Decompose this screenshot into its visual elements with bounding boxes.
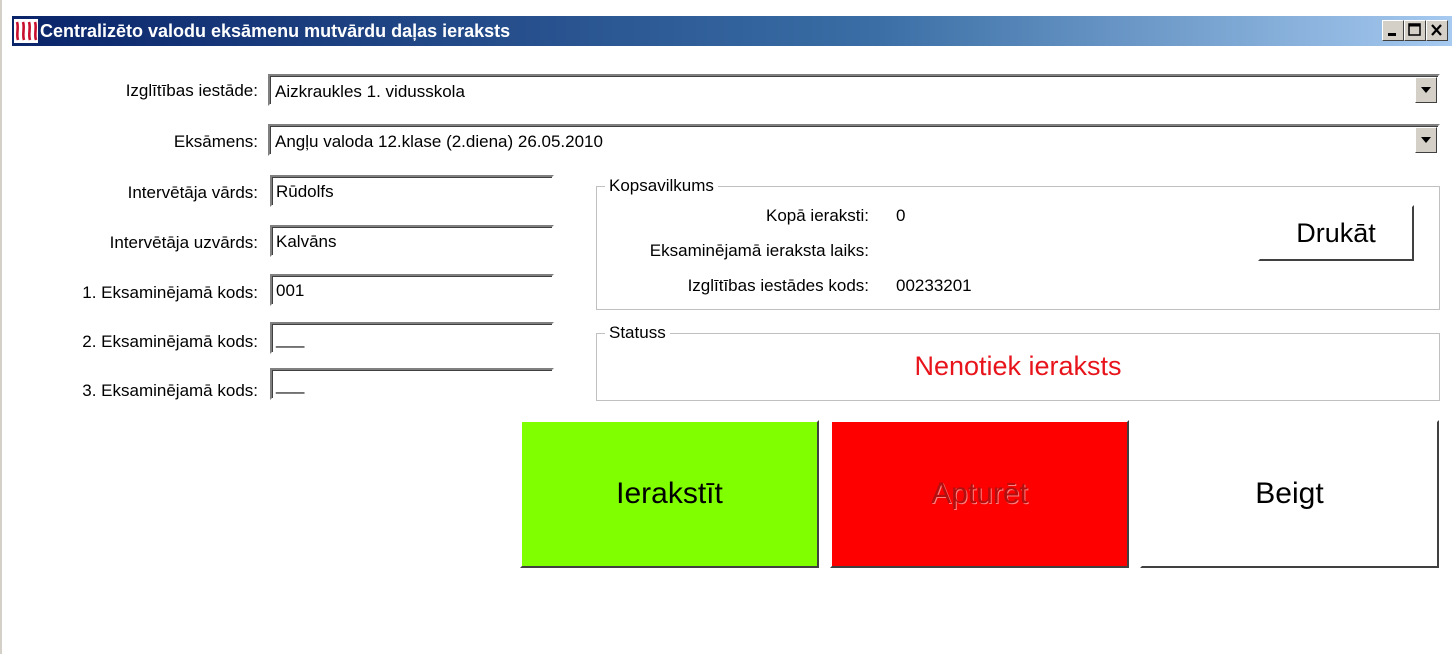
examinee1-label: 1. Eksaminējamā kods: bbox=[82, 283, 258, 302]
examinee1-code-field[interactable]: 001 bbox=[270, 274, 554, 306]
examinee3-code-field[interactable]: ___ bbox=[270, 368, 554, 400]
maximize-button[interactable] bbox=[1404, 20, 1426, 41]
window-title: Centralizēto valodu eksāmenu mutvārdu da… bbox=[40, 21, 511, 41]
total-records-label: Kopā ieraksti: bbox=[766, 206, 869, 225]
examinee3-label: 3. Eksaminējamā kods: bbox=[82, 381, 258, 400]
interviewer-first-field[interactable]: Rūdolfs bbox=[270, 175, 554, 207]
examinee2-label: 2. Eksaminējamā kods: bbox=[82, 332, 258, 351]
interviewer-last-label: Intervētāja uzvārds: bbox=[109, 233, 258, 252]
exam-select[interactable]: Angļu valoda 12.klase (2.diena) 26.05.20… bbox=[268, 124, 1440, 156]
examinee2-code-field[interactable]: ___ bbox=[270, 322, 554, 354]
school-code-label: Izglītības iestādes kods: bbox=[687, 276, 869, 295]
print-button[interactable]: Drukāt bbox=[1258, 205, 1414, 261]
status-title: Statuss bbox=[605, 323, 670, 343]
interviewer-first-label: Intervētāja vārds: bbox=[127, 183, 258, 202]
school-select[interactable]: Aizkraukles 1. vidusskola bbox=[268, 74, 1440, 106]
interviewer-last-field[interactable]: Kalvāns bbox=[270, 225, 554, 257]
title-bar[interactable]: Centralizēto valodu eksāmenu mutvārdu da… bbox=[12, 16, 1452, 46]
chevron-down-icon[interactable] bbox=[1415, 77, 1437, 103]
main-window: Centralizēto valodu eksāmenu mutvārdu da… bbox=[0, 0, 1453, 654]
minimize-button[interactable] bbox=[1382, 20, 1404, 41]
close-button[interactable] bbox=[1426, 20, 1448, 41]
school-value: Aizkraukles 1. vidusskola bbox=[275, 82, 465, 101]
status-text: Nenotiek ieraksts bbox=[914, 351, 1122, 381]
total-records-value: 0 bbox=[896, 206, 906, 225]
school-code-value: 00233201 bbox=[896, 276, 972, 295]
school-label: Izglītības iestāde: bbox=[125, 81, 258, 100]
chevron-down-icon[interactable] bbox=[1415, 127, 1437, 153]
exam-label: Eksāmens: bbox=[173, 132, 258, 151]
app-logo-icon bbox=[14, 19, 38, 43]
finish-button[interactable]: Beigt bbox=[1140, 420, 1439, 568]
record-time-label: Eksaminējamā ieraksta laiks: bbox=[649, 241, 869, 260]
record-button[interactable]: Ierakstīt bbox=[520, 420, 819, 568]
summary-title: Kopsavilkums bbox=[605, 176, 718, 196]
pause-button[interactable]: Apturēt bbox=[830, 420, 1129, 568]
exam-value: Angļu valoda 12.klase (2.diena) 26.05.20… bbox=[275, 132, 603, 151]
